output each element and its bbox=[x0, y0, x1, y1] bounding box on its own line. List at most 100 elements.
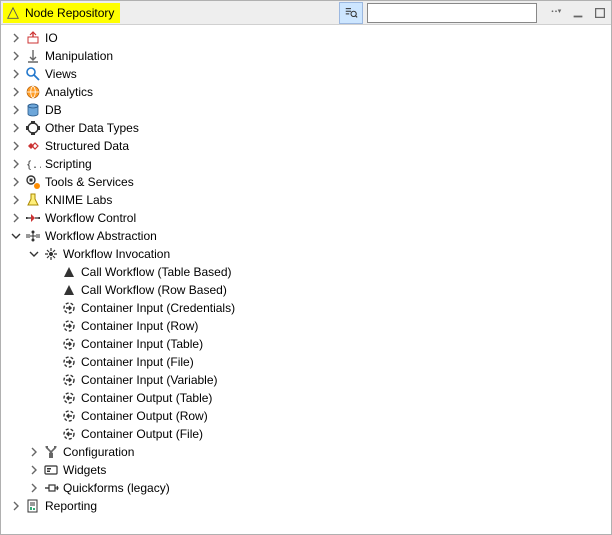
tree-item-label: Scripting bbox=[45, 156, 92, 172]
filter-search-button[interactable] bbox=[339, 2, 363, 24]
tree-item-quickforms-legacy[interactable]: Quickforms (legacy) bbox=[1, 479, 611, 497]
minimize-icon bbox=[571, 6, 585, 20]
tree-item-call-workflow-table-based[interactable]: Call Workflow (Table Based) bbox=[1, 263, 611, 281]
filter-search-icon bbox=[344, 6, 358, 20]
chevron-right-icon[interactable] bbox=[9, 193, 23, 207]
tree-item-structured-data[interactable]: Structured Data bbox=[1, 137, 611, 155]
tree-item-knime-labs[interactable]: KNIME Labs bbox=[1, 191, 611, 209]
tree-item-container-input-credentials[interactable]: Container Input (Credentials) bbox=[1, 299, 611, 317]
tree-item-workflow-invocation[interactable]: Workflow Invocation bbox=[1, 245, 611, 263]
container-in-icon bbox=[61, 318, 77, 334]
tree[interactable]: IOManipulationViewsAnalyticsDBOther Data… bbox=[1, 25, 611, 534]
tree-item-manipulation[interactable]: Manipulation bbox=[1, 47, 611, 65]
tree-item-container-output-table[interactable]: Container Output (Table) bbox=[1, 389, 611, 407]
chevron-right-icon[interactable] bbox=[9, 211, 23, 225]
wf-abstraction-icon bbox=[25, 228, 41, 244]
configuration-icon bbox=[43, 444, 59, 460]
tree-item-container-input-variable[interactable]: Container Input (Variable) bbox=[1, 371, 611, 389]
chevron-right-icon[interactable] bbox=[9, 31, 23, 45]
chevron-right-icon[interactable] bbox=[27, 463, 41, 477]
wf-control-icon bbox=[25, 210, 41, 226]
tree-item-tools-services[interactable]: Tools & Services bbox=[1, 173, 611, 191]
tree-item-label: Container Input (Credentials) bbox=[81, 300, 235, 316]
container-in-icon bbox=[61, 300, 77, 316]
tree-item-container-output-file[interactable]: Container Output (File) bbox=[1, 425, 611, 443]
chevron-right-icon[interactable] bbox=[27, 481, 41, 495]
node-repository-panel: Node Repository IOManipulationViewsAnaly… bbox=[0, 0, 612, 535]
tree-item-container-input-row[interactable]: Container Input (Row) bbox=[1, 317, 611, 335]
tree-item-workflow-abstraction[interactable]: Workflow Abstraction bbox=[1, 227, 611, 245]
tree-item-label: Workflow Abstraction bbox=[45, 228, 157, 244]
panel-title: Node Repository bbox=[25, 7, 114, 19]
search-input[interactable] bbox=[367, 3, 537, 23]
view-menu-button[interactable] bbox=[547, 4, 565, 22]
knime-icon bbox=[5, 5, 21, 21]
tree-item-widgets[interactable]: Widgets bbox=[1, 461, 611, 479]
tree-item-label: KNIME Labs bbox=[45, 192, 112, 208]
tree-item-label: Reporting bbox=[45, 498, 97, 514]
chevron-right-icon[interactable] bbox=[9, 67, 23, 81]
tree-item-scripting[interactable]: Scripting bbox=[1, 155, 611, 173]
widgets-icon bbox=[43, 462, 59, 478]
tree-item-label: Container Output (Table) bbox=[81, 390, 212, 406]
labs-icon bbox=[25, 192, 41, 208]
tree-item-label: Other Data Types bbox=[45, 120, 139, 136]
tree-item-label: Container Input (Table) bbox=[81, 336, 203, 352]
views-icon bbox=[25, 66, 41, 82]
other-types-icon bbox=[25, 120, 41, 136]
chevron-right-icon[interactable] bbox=[9, 85, 23, 99]
chevron-right-icon[interactable] bbox=[9, 499, 23, 513]
tree-item-label: Widgets bbox=[63, 462, 106, 478]
call-wf-icon bbox=[61, 282, 77, 298]
maximize-icon bbox=[593, 6, 607, 20]
chevron-down-icon[interactable] bbox=[27, 247, 41, 261]
maximize-button[interactable] bbox=[591, 4, 609, 22]
chevron-right-icon[interactable] bbox=[9, 103, 23, 117]
chevron-right-icon[interactable] bbox=[9, 49, 23, 63]
chevron-right-icon[interactable] bbox=[9, 175, 23, 189]
tree-item-label: Container Input (Variable) bbox=[81, 372, 218, 388]
reporting-icon bbox=[25, 498, 41, 514]
container-in-icon bbox=[61, 372, 77, 388]
tree-item-configuration[interactable]: Configuration bbox=[1, 443, 611, 461]
manipulation-icon bbox=[25, 48, 41, 64]
wf-invocation-icon bbox=[43, 246, 59, 262]
tree-item-container-input-file[interactable]: Container Input (File) bbox=[1, 353, 611, 371]
tree-item-label: Call Workflow (Row Based) bbox=[81, 282, 227, 298]
chevron-right-icon[interactable] bbox=[9, 139, 23, 153]
tree-item-analytics[interactable]: Analytics bbox=[1, 83, 611, 101]
call-wf-icon bbox=[61, 264, 77, 280]
tree-item-label: Manipulation bbox=[45, 48, 113, 64]
container-in-icon bbox=[61, 336, 77, 352]
tree-item-other-data-types[interactable]: Other Data Types bbox=[1, 119, 611, 137]
analytics-icon bbox=[25, 84, 41, 100]
scripting-icon bbox=[25, 156, 41, 172]
tree-item-container-input-table[interactable]: Container Input (Table) bbox=[1, 335, 611, 353]
tree-item-label: Workflow Control bbox=[45, 210, 136, 226]
tree-item-call-workflow-row-based[interactable]: Call Workflow (Row Based) bbox=[1, 281, 611, 299]
chevron-right-icon[interactable] bbox=[27, 445, 41, 459]
tree-item-io[interactable]: IO bbox=[1, 29, 611, 47]
tree-item-label: Container Output (Row) bbox=[81, 408, 208, 424]
tree-item-label: Configuration bbox=[63, 444, 134, 460]
tree-item-views[interactable]: Views bbox=[1, 65, 611, 83]
container-out-icon bbox=[61, 390, 77, 406]
structured-icon bbox=[25, 138, 41, 154]
chevron-right-icon[interactable] bbox=[9, 157, 23, 171]
tree-item-label: Structured Data bbox=[45, 138, 129, 154]
view-menu-icon bbox=[549, 6, 563, 20]
tree-item-label: Container Input (Row) bbox=[81, 318, 198, 334]
tree-item-container-output-row[interactable]: Container Output (Row) bbox=[1, 407, 611, 425]
chevron-right-icon[interactable] bbox=[9, 121, 23, 135]
tree-item-db[interactable]: DB bbox=[1, 101, 611, 119]
tree-item-reporting[interactable]: Reporting bbox=[1, 497, 611, 515]
io-icon bbox=[25, 30, 41, 46]
chevron-down-icon[interactable] bbox=[9, 229, 23, 243]
tree-item-workflow-control[interactable]: Workflow Control bbox=[1, 209, 611, 227]
quickforms-icon bbox=[43, 480, 59, 496]
tree-item-label: Container Input (File) bbox=[81, 354, 194, 370]
panel-title-tab[interactable]: Node Repository bbox=[3, 3, 120, 23]
tree-item-label: Quickforms (legacy) bbox=[63, 480, 170, 496]
minimize-button[interactable] bbox=[569, 4, 587, 22]
db-icon bbox=[25, 102, 41, 118]
